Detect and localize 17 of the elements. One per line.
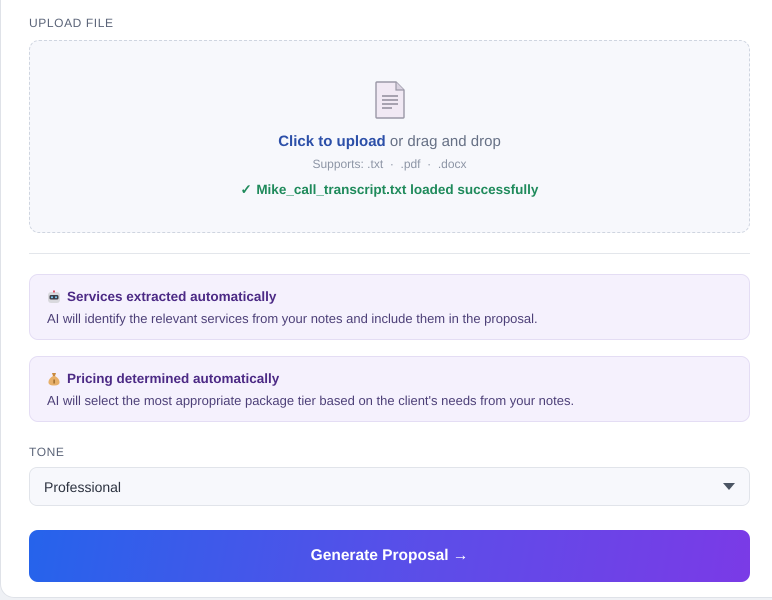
- upload-dropzone[interactable]: Click to upload or drag and drop Supports: .txt · .pdf · .docx ✓ Mike_call_transcript.txt loaded successfully: [29, 40, 750, 233]
- money-bag-icon: [47, 372, 61, 386]
- caret-icon: [723, 483, 735, 490]
- info-title: Pricing determined automatically: [67, 370, 280, 388]
- info-description: AI will select the most appropriate package tier based on the client's needs from your notes.: [47, 392, 576, 410]
- tone-label: TONE: [29, 444, 66, 460]
- generate-proposal-button[interactable]: Generate Proposal →: [29, 530, 750, 582]
- info-title: Services extracted automatically: [67, 288, 276, 306]
- supported-formats: Supports: .txt · .pdf · .docx: [312, 156, 467, 172]
- upload-instructions: Click to upload or drag and drop: [278, 132, 501, 152]
- tone-select[interactable]: Professional: [29, 467, 750, 506]
- info-description: AI will identify the relevant services from your notes and include them in the proposal.: [47, 310, 539, 328]
- section-label: UPLOAD FILE: [29, 15, 115, 31]
- document-icon: [374, 81, 404, 119]
- upload-status: ✓ Mike_call_transcript.txt loaded successfully: [240, 181, 538, 199]
- robot-icon: [47, 290, 61, 304]
- upload-link[interactable]: Click to upload: [278, 133, 386, 150]
